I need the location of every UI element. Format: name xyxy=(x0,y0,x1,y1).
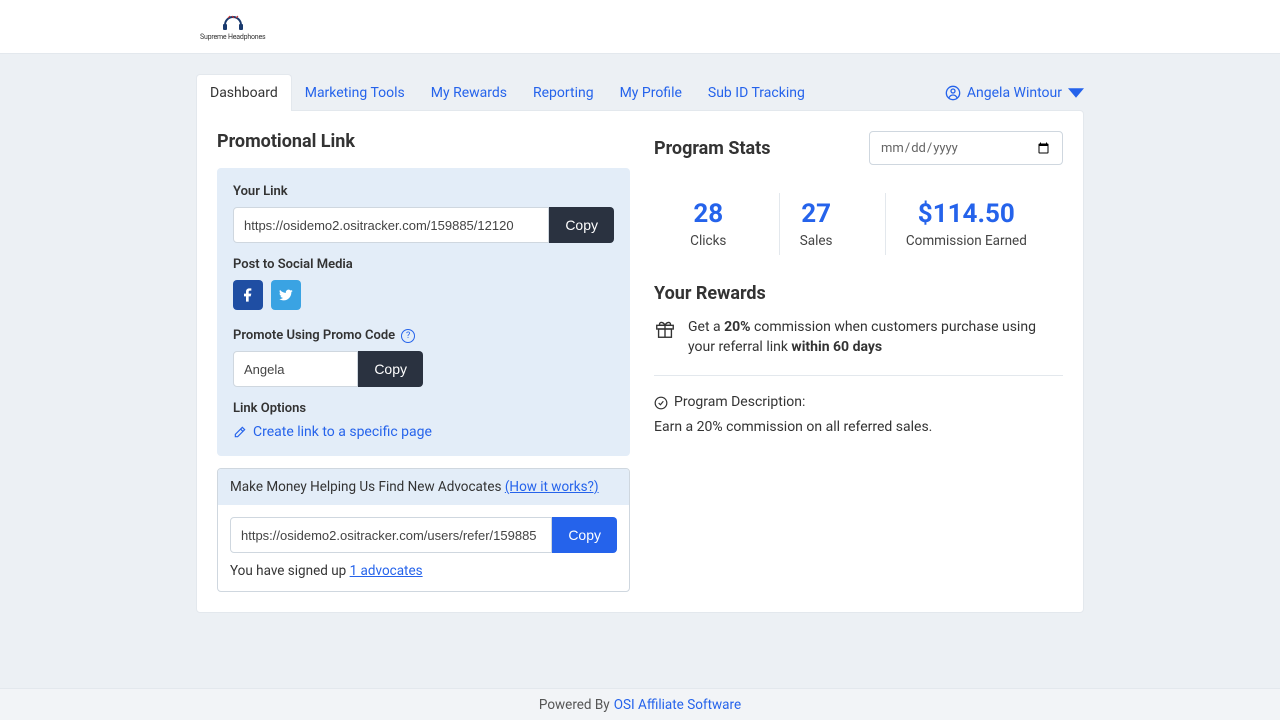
your-link-input[interactable] xyxy=(233,207,549,243)
copy-promo-code-button[interactable]: Copy xyxy=(358,351,423,387)
copy-refer-link-button[interactable]: Copy xyxy=(552,517,617,553)
footer: Powered By OSI Affiliate Software xyxy=(0,688,1280,720)
advocate-headline: Make Money Helping Us Find New Advocates… xyxy=(218,469,629,505)
edit-icon xyxy=(233,425,247,439)
program-stats-title: Program Stats xyxy=(654,138,771,159)
your-rewards-title: Your Rewards xyxy=(654,283,1063,304)
facebook-share-button[interactable] xyxy=(233,280,263,310)
stat-clicks-label: Clicks xyxy=(690,233,726,249)
advocate-box: Make Money Helping Us Find New Advocates… xyxy=(217,468,630,592)
post-social-label: Post to Social Media xyxy=(233,257,614,272)
advocates-count-link[interactable]: 1 advocates xyxy=(350,563,423,579)
tab-reporting[interactable]: Reporting xyxy=(520,75,607,111)
facebook-icon xyxy=(240,287,256,303)
your-link-label: Your Link xyxy=(233,184,614,199)
tab-dashboard[interactable]: Dashboard xyxy=(196,74,292,111)
reward-description: Get a 20% commission when customers purc… xyxy=(654,318,1063,376)
twitter-share-button[interactable] xyxy=(271,280,301,310)
tab-sub-id-tracking[interactable]: Sub ID Tracking xyxy=(695,75,818,111)
brand-logo[interactable]: Supreme Headphones xyxy=(200,13,265,41)
stats-row: 28 Clicks 27 Sales $114.50 Commission Ea… xyxy=(654,193,1063,255)
user-name: Angela Wintour xyxy=(967,85,1062,101)
stat-sales: 27 Sales xyxy=(779,193,853,255)
tab-marketing-tools[interactable]: Marketing Tools xyxy=(292,75,418,111)
footer-osi-link[interactable]: OSI Affiliate Software xyxy=(614,697,741,713)
user-menu[interactable]: Angela Wintour xyxy=(945,85,1084,101)
user-icon xyxy=(945,85,961,101)
gift-icon xyxy=(654,318,676,340)
promo-box: Your Link Copy Post to Social Media Prom… xyxy=(217,168,630,456)
promo-code-input[interactable] xyxy=(233,351,358,387)
promo-code-label: Promote Using Promo Code xyxy=(233,328,395,343)
twitter-icon xyxy=(278,287,294,303)
how-it-works-link[interactable]: (How it works?) xyxy=(505,479,599,495)
tab-my-profile[interactable]: My Profile xyxy=(607,75,695,111)
stat-commission-label: Commission Earned xyxy=(906,233,1027,249)
create-specific-link-label: Create link to a specific page xyxy=(253,424,432,440)
promotional-link-title: Promotional Link xyxy=(217,131,630,152)
stat-sales-value: 27 xyxy=(800,199,833,229)
copy-link-button[interactable]: Copy xyxy=(549,207,614,243)
top-bar: Supreme Headphones xyxy=(0,0,1280,54)
program-description-body: Earn a 20% commission on all referred sa… xyxy=(654,417,1063,438)
brand-name: Supreme Headphones xyxy=(200,33,265,41)
stat-sales-label: Sales xyxy=(800,233,833,249)
main-panel: Promotional Link Your Link Copy Post to … xyxy=(196,110,1084,613)
advocate-refer-input[interactable] xyxy=(230,517,552,553)
promo-code-help-icon[interactable]: ? xyxy=(401,329,415,343)
stat-clicks: 28 Clicks xyxy=(670,193,746,255)
program-description: Program Description: Earn a 20% commissi… xyxy=(654,392,1063,438)
nav-tabs: Dashboard Marketing Tools My Rewards Rep… xyxy=(196,74,1084,111)
stat-commission-value: $114.50 xyxy=(906,199,1027,229)
chevron-down-icon xyxy=(1068,85,1084,101)
tab-my-rewards[interactable]: My Rewards xyxy=(418,75,520,111)
link-options-label: Link Options xyxy=(233,401,614,416)
headphones-icon xyxy=(221,13,245,31)
create-specific-link[interactable]: Create link to a specific page xyxy=(233,424,614,440)
stat-commission: $114.50 Commission Earned xyxy=(885,193,1047,255)
advocate-signup-note: You have signed up 1 advocates xyxy=(230,563,617,579)
stats-date-input[interactable] xyxy=(869,131,1063,165)
program-description-label: Program Description: xyxy=(674,392,805,413)
stat-clicks-value: 28 xyxy=(690,199,726,229)
check-circle-icon xyxy=(654,396,668,410)
